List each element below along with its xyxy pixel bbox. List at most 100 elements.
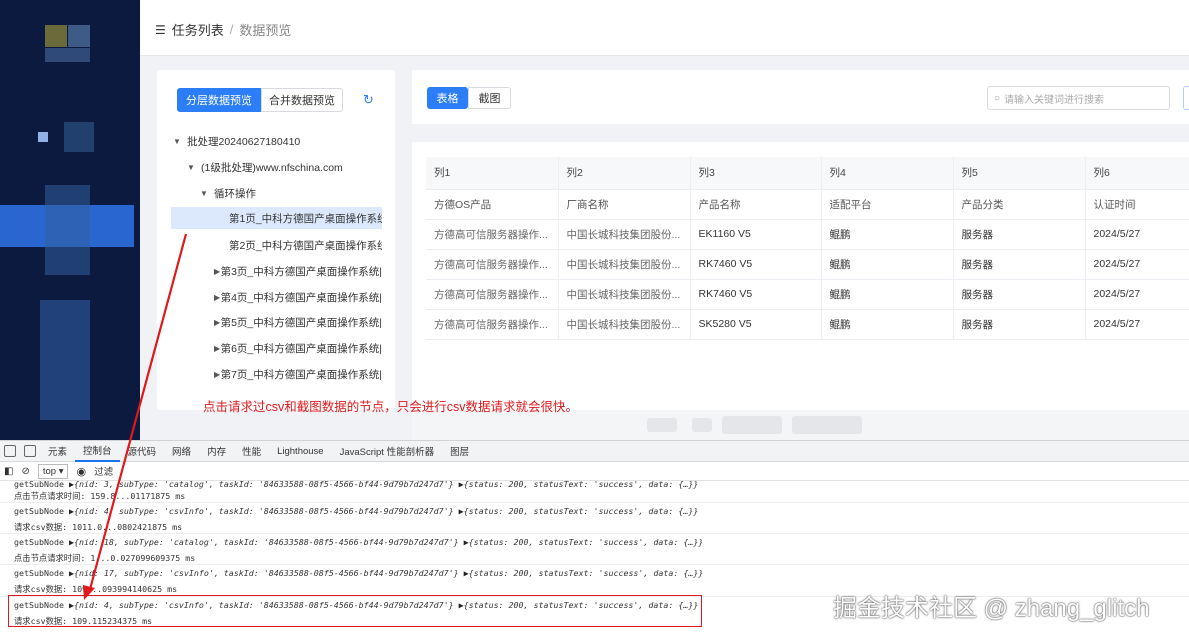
table-row: 方德高可信服务器操作... 中国长城科技集团股份... RK7460 V5 鲲鹏… [426, 279, 1189, 310]
column-header[interactable]: 列4 [821, 157, 954, 190]
column-header[interactable]: 列5 [953, 157, 1086, 190]
table-cell: 方德高可信服务器操作... [426, 249, 559, 280]
data-table: 列1 列2 列3 列4 列5 列6 方德OS产品 厂商名称 产品名称 适配平台 … [426, 157, 1189, 340]
refresh-icon[interactable]: ↻ [363, 92, 377, 107]
annotation-text: 点击请求过csv和截图数据的节点，只会进行csv数据请求就会很快。 [203, 400, 579, 414]
table-cell: RK7460 V5 [690, 249, 822, 280]
table-cell: 2024/5/27 [1085, 279, 1189, 310]
console-log-line: 点击节点请求时间: 1...0.027099609375 ms [14, 553, 196, 563]
tree-node-selected[interactable]: 第1页_中科方德国产桌面操作系统| [171, 207, 382, 229]
table-cell: EK1160 V5 [690, 219, 822, 250]
tree-node[interactable]: ▶ 第5页_中科方德国产桌面操作系统| [214, 311, 382, 333]
caret-right-icon[interactable]: ▶ [214, 293, 221, 302]
tab-layered-preview[interactable]: 分层数据预览 [177, 88, 261, 112]
tree-node-label: 循环操作 [214, 187, 256, 200]
tree-node-label: (1级批处理)www.nfschina.com [201, 161, 343, 174]
table-cell: 产品名称 [690, 189, 822, 220]
menu-icon[interactable]: ☰ [155, 23, 166, 37]
tree-node[interactable]: ▼ (1级批处理)www.nfschina.com [187, 156, 343, 178]
context-select[interactable]: top ▾ [37, 463, 69, 479]
tab-merged-preview[interactable]: 合并数据预览 [261, 88, 343, 112]
tab-screenshot[interactable]: 截图 [468, 87, 511, 109]
devtools-tab[interactable]: 网络 [164, 441, 199, 462]
tab-table[interactable]: 表格 [427, 87, 468, 109]
devtools-tab[interactable]: JavaScript 性能剖析器 [332, 441, 443, 462]
tree-node-label: 第5页_中科方德国产桌面操作系统| [220, 316, 382, 329]
breadcrumb-root[interactable]: 任务列表 [172, 20, 224, 39]
tree-node-label: 第1页_中科方德国产桌面操作系统| [229, 212, 382, 225]
search-placeholder: 请输入关键词进行搜索 [1004, 94, 1105, 106]
table-cell: 鲲鹏 [821, 279, 954, 310]
breadcrumb: ☰ 任务列表 / 数据预览 [155, 20, 291, 39]
tree-node[interactable]: ▶ 第7页_中科方德国产桌面操作系统| [214, 363, 382, 385]
table-row: 方德OS产品 厂商名称 产品名称 适配平台 产品分类 认证时间 [426, 189, 1189, 220]
table-cell: 中国长城科技集团股份... [558, 219, 691, 250]
log-divider [0, 564, 1189, 565]
table-cell: 2024/5/27 [1085, 309, 1189, 340]
search-input[interactable]: ○ 请输入关键词进行搜索 [987, 86, 1170, 110]
tree-node[interactable]: ▼ 批处理20240627180410 [173, 130, 300, 152]
devtools-tab[interactable]: Lighthouse [269, 441, 331, 462]
table-cell: 中国长城科技集团股份... [558, 279, 691, 310]
watermark: 掘金技术社区 @ zhang_glitch [833, 595, 1150, 622]
console-log-line: 请求csv数据: 109...093994140625 ms [14, 584, 178, 594]
tree-node-label: 第6页_中科方德国产桌面操作系统| [220, 342, 382, 355]
devtools-tab[interactable]: 性能 [234, 441, 269, 462]
tree-node-label: 第7页_中科方德国产桌面操作系统| [220, 368, 382, 381]
caret-right-icon[interactable]: ▶ [214, 267, 221, 276]
console-log-line: 请求csv数据: 1011.0...0802421875 ms [14, 522, 183, 532]
table-cell: 方德高可信服务器操作... [426, 219, 559, 250]
tree-node-label: 第2页_中科方德国产桌面操作系统| [229, 239, 382, 252]
table-row: 方德高可信服务器操作... 中国长城科技集团股份... RK7460 V5 鲲鹏… [426, 249, 1189, 280]
column-header[interactable]: 列1 [426, 157, 559, 190]
caret-down-icon[interactable]: ▼ [200, 189, 214, 198]
page-header [140, 0, 1189, 56]
table-cell: 服务器 [953, 309, 1086, 340]
column-header[interactable]: 列3 [690, 157, 822, 190]
tree-node-label: 批处理20240627180410 [187, 135, 301, 148]
tree-node[interactable]: 第2页_中科方德国产桌面操作系统| [229, 234, 382, 256]
tree-node-label: 第4页_中科方德国产桌面操作系统| [220, 291, 382, 304]
console-log-line: 点击节点请求时间: 159.8...01171875 ms [14, 491, 186, 501]
caret-right-icon[interactable]: ▶ [214, 344, 221, 353]
devtools-tab[interactable]: 源代码 [120, 441, 165, 462]
tree-node[interactable]: ▶ 第3页_中科方德国产桌面操作系统| [214, 260, 382, 282]
log-divider [0, 502, 1189, 503]
caret-right-icon[interactable]: ▶ [214, 318, 221, 327]
column-header[interactable]: 列2 [558, 157, 691, 190]
table-cell: 服务器 [953, 219, 1086, 250]
table-cell: 方德OS产品 [426, 189, 559, 220]
devtools-tab[interactable]: 图层 [442, 441, 477, 462]
search-button[interactable] [1183, 86, 1189, 110]
table-cell: 服务器 [953, 279, 1086, 310]
table-cell: 服务器 [953, 249, 1086, 280]
caret-down-icon[interactable]: ▼ [187, 163, 201, 172]
console-log-line: getSubNode ▶{nid: 3, subType: 'catalog',… [14, 479, 699, 489]
filter-input[interactable]: 过滤 [94, 464, 113, 478]
console-log-line: getSubNode ▶{nid: 4, subType: 'csvInfo',… [14, 506, 699, 516]
sidebar-toggle-icon[interactable]: ◧ [4, 466, 13, 477]
table-cell: 方德高可信服务器操作... [426, 309, 559, 340]
tree-node[interactable]: ▶ 第6页_中科方德国产桌面操作系统| [214, 337, 382, 359]
inspect-icon[interactable] [4, 445, 16, 457]
table-cell: 鲲鹏 [821, 219, 954, 250]
tree-node[interactable]: ▼ 循环操作 [200, 182, 256, 204]
table-row: 方德高可信服务器操作... 中国长城科技集团股份... SK5280 V5 鲲鹏… [426, 309, 1189, 340]
log-divider [0, 533, 1189, 534]
table-cell: 2024/5/27 [1085, 219, 1189, 250]
caret-right-icon[interactable]: ▶ [214, 370, 221, 379]
table-cell: 2024/5/27 [1085, 249, 1189, 280]
table-cell: 产品分类 [953, 189, 1086, 220]
caret-down-icon[interactable]: ▼ [173, 137, 187, 146]
table-cell: RK7460 V5 [690, 279, 822, 310]
clear-console-icon[interactable]: ⊘ [21, 466, 29, 477]
device-toolbar-icon[interactable] [24, 445, 36, 457]
table-cell: 适配平台 [821, 189, 954, 220]
table-cell: SK5280 V5 [690, 309, 822, 340]
tree-node[interactable]: ▶ 第4页_中科方德国产桌面操作系统| [214, 286, 382, 308]
devtools-tab-console[interactable]: 控制台 [75, 441, 120, 462]
column-header[interactable]: 列6 [1085, 157, 1189, 190]
eye-icon[interactable]: ◉ [76, 465, 86, 478]
devtools-tab[interactable]: 内存 [199, 441, 234, 462]
devtools-tab[interactable]: 元素 [40, 441, 75, 462]
